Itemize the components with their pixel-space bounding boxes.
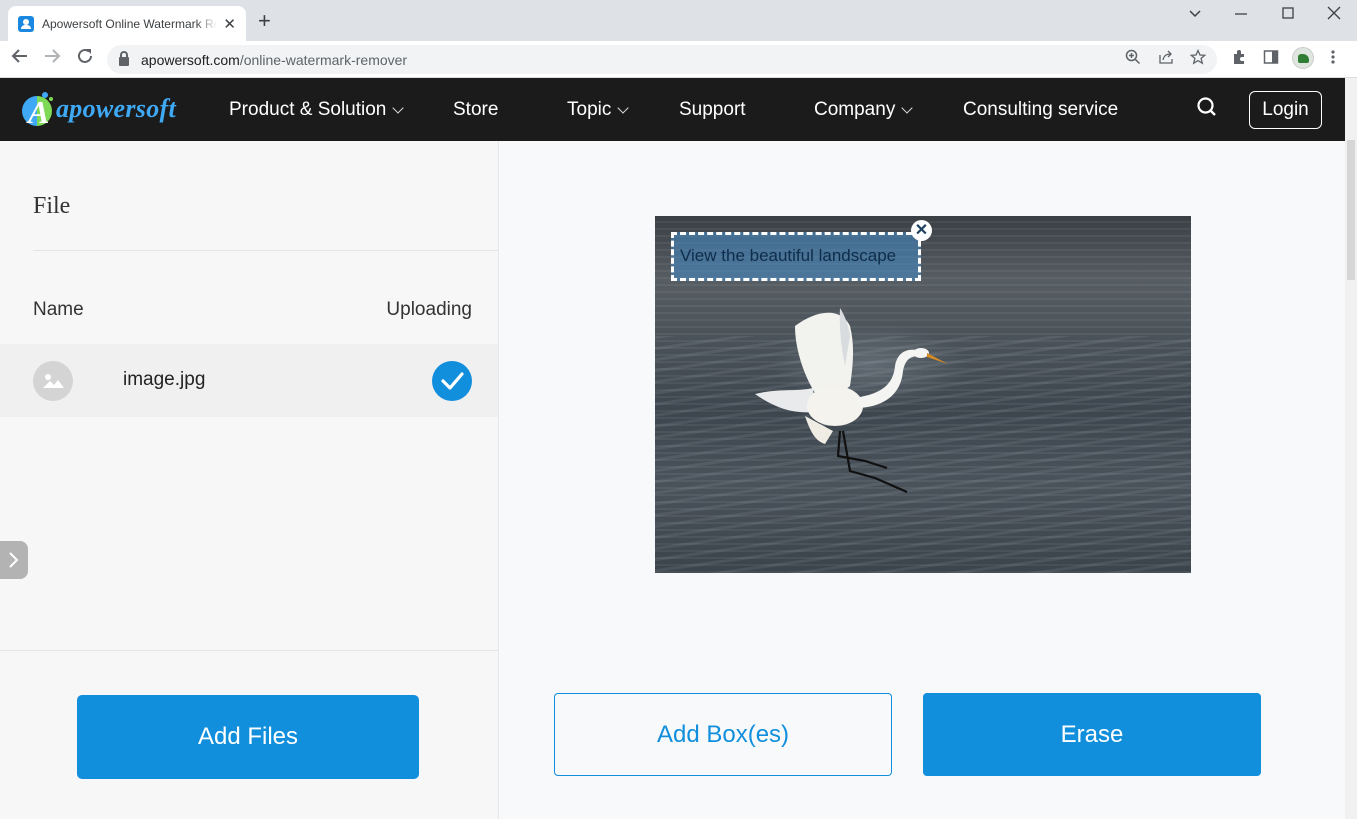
scrollbar-thumb[interactable] — [1347, 140, 1355, 280]
divider — [0, 650, 498, 651]
column-header-uploading: Uploading — [386, 299, 472, 320]
file-panel-heading: File — [33, 193, 71, 219]
zoom-icon[interactable] — [1125, 49, 1141, 69]
erase-button[interactable]: Erase — [923, 693, 1261, 776]
nav-label: Support — [679, 99, 746, 120]
url-text[interactable]: apowersoft.com/online-watermark-remover — [141, 52, 407, 68]
collapse-panel-toggle[interactable] — [0, 541, 28, 579]
reload-icon[interactable] — [73, 47, 97, 70]
site-header: A apowersoft Product & Solution Store To… — [0, 78, 1345, 141]
chevron-down-icon — [392, 101, 405, 114]
nav-label: Consulting service — [963, 99, 1119, 120]
divider — [33, 250, 499, 251]
nav-product-solution[interactable]: Product & Solution — [229, 99, 405, 121]
nav-consulting-service[interactable]: Consulting service — [963, 99, 1118, 121]
tab-close-icon[interactable]: ✕ — [223, 15, 236, 33]
url-domain: apowersoft.com — [141, 51, 240, 68]
site-favicon-icon — [18, 15, 34, 32]
tab-title: Apowersoft Online Watermark Remover — [42, 16, 218, 31]
profile-avatar[interactable] — [1292, 47, 1314, 69]
file-name: image.jpg — [123, 369, 206, 390]
page-scrollbar[interactable] — [1345, 78, 1357, 819]
logo-mark-icon: A — [22, 92, 56, 130]
add-boxes-button[interactable]: Add Box(es) — [554, 693, 892, 776]
nav-store[interactable]: Store — [453, 99, 498, 121]
side-panel-icon[interactable] — [1263, 49, 1279, 69]
window-close-icon[interactable] — [1319, 4, 1349, 29]
lock-icon — [119, 51, 129, 66]
browser-toolbar: apowersoft.com/online-watermark-remover — [0, 41, 1357, 78]
chevron-down-icon — [901, 101, 913, 114]
minimize-icon[interactable] — [1226, 4, 1256, 29]
tab-search-icon[interactable] — [1180, 6, 1210, 24]
remove-selection-close-icon[interactable]: ✕ — [911, 220, 932, 241]
add-files-button[interactable]: Add Files — [77, 695, 419, 779]
login-button[interactable]: Login — [1249, 91, 1322, 129]
nav-label: Topic — [567, 99, 612, 120]
browser-tab[interactable]: Apowersoft Online Watermark Remover ✕ — [8, 6, 246, 41]
logo-text: apowersoft — [56, 94, 176, 123]
file-list-item[interactable]: image.jpg — [0, 344, 498, 417]
search-icon[interactable] — [1197, 97, 1217, 117]
file-panel: File Name Uploading image.jpg Add Files — [0, 141, 499, 819]
nav-label: Product & Solution — [229, 99, 387, 120]
new-tab-icon[interactable]: + — [258, 10, 271, 32]
nav-label: Store — [453, 99, 499, 120]
maximize-icon[interactable] — [1273, 4, 1303, 29]
address-bar[interactable]: apowersoft.com/online-watermark-remover — [107, 45, 1217, 74]
watermark-selection-box[interactable]: View the beautiful landscape — [671, 232, 921, 281]
column-header-name: Name — [33, 299, 84, 320]
extensions-icon[interactable] — [1231, 49, 1247, 69]
browser-tab-strip: Apowersoft Online Watermark Remover ✕ + — [0, 0, 1357, 41]
nav-label: Company — [814, 99, 896, 120]
url-path: /online-watermark-remover — [239, 51, 408, 68]
watermark-text: View the beautiful landscape — [680, 246, 897, 265]
nav-support[interactable]: Support — [679, 99, 746, 121]
apowersoft-logo[interactable]: A apowersoft — [22, 87, 176, 131]
share-icon[interactable] — [1158, 49, 1174, 69]
image-thumbnail-icon — [33, 361, 73, 401]
back-icon[interactable] — [8, 47, 32, 70]
nav-company[interactable]: Company — [814, 99, 913, 121]
nav-topic[interactable]: Topic — [567, 99, 630, 121]
logo-letter: A — [28, 94, 50, 130]
chevron-down-icon — [617, 101, 630, 114]
bookmark-star-icon[interactable] — [1189, 48, 1207, 69]
upload-complete-check-icon — [432, 361, 472, 401]
menu-icon[interactable] — [1330, 49, 1336, 69]
forward-icon[interactable] — [40, 47, 64, 70]
